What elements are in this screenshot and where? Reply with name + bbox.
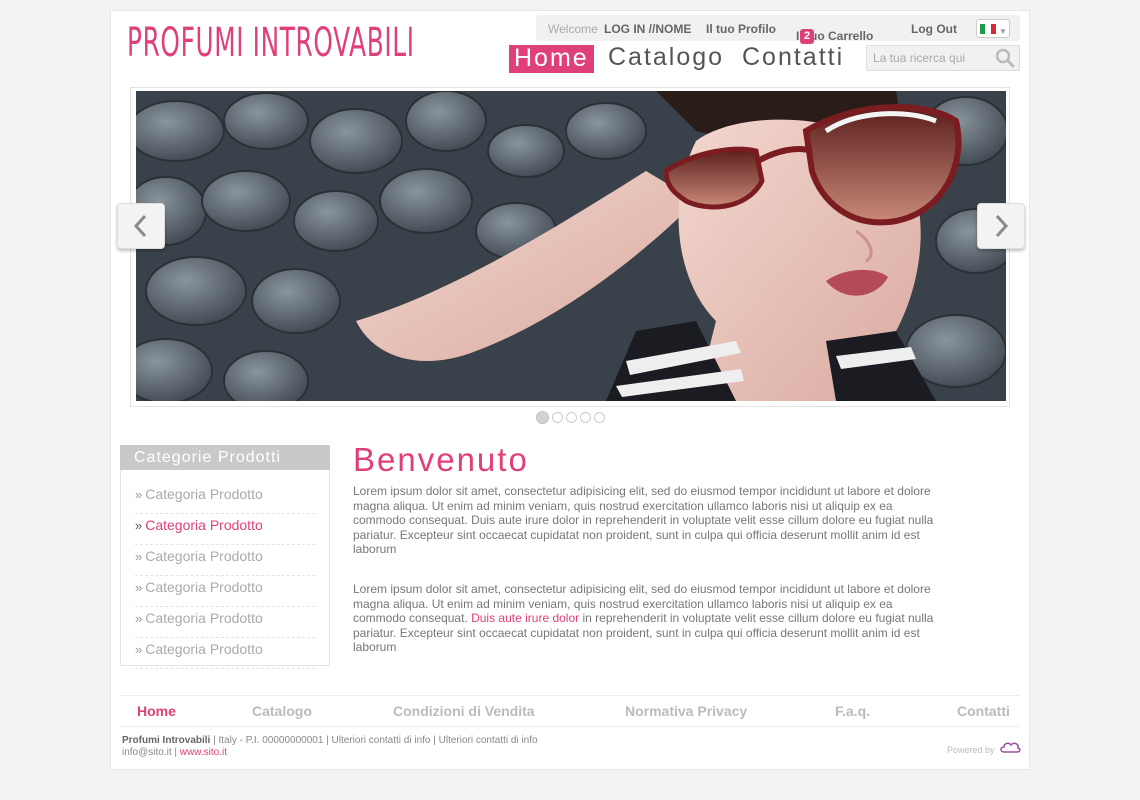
double-chevron-icon: » xyxy=(135,642,143,657)
category-item[interactable]: » Categoria Prodotto xyxy=(135,546,315,576)
company-name: Profumi Introvabili xyxy=(122,735,211,746)
category-item[interactable]: » Categoria Prodotto xyxy=(135,608,315,638)
category-item[interactable]: » Categoria Prodotto xyxy=(135,639,315,669)
italy-flag-icon xyxy=(980,24,996,34)
slider-prev-button[interactable] xyxy=(117,203,165,249)
second-paragraph: Lorem ipsum dolor sit amet, consectetur … xyxy=(353,582,936,655)
language-selector[interactable]: ▼ xyxy=(976,19,1010,38)
nav-home[interactable]: Home xyxy=(509,45,594,73)
logout-link[interactable]: Log Out xyxy=(911,22,957,36)
search-box xyxy=(866,45,1020,71)
slider-dot[interactable] xyxy=(580,411,591,423)
double-chevron-icon: » xyxy=(135,580,143,595)
category-item-label: Categoria Prodotto xyxy=(145,610,263,626)
site-logo[interactable]: PROFUMI INTROVABILI xyxy=(127,13,415,73)
page-title: Benvenuto xyxy=(353,441,529,478)
footer-site-link[interactable]: www.sito.it xyxy=(180,747,227,758)
hero-slide-image xyxy=(136,91,1006,401)
slider-pagination xyxy=(536,410,605,424)
double-chevron-icon: » xyxy=(135,518,143,533)
footer-link-contacts[interactable]: Contatti xyxy=(957,703,1010,719)
double-chevron-icon: » xyxy=(135,487,143,502)
footer-nav: Home Catalogo Condizioni di Vendita Norm… xyxy=(120,695,1020,727)
footer-link-faq[interactable]: F.a.q. xyxy=(835,703,870,719)
login-link[interactable]: LOG IN //NOME xyxy=(604,22,691,36)
category-item[interactable]: » Categoria Prodotto xyxy=(135,577,315,607)
slider-dot[interactable] xyxy=(536,410,549,424)
company-details: | Italy - P.I. 00000000001 | Ulteriori c… xyxy=(213,735,538,746)
cloud-logo-icon[interactable] xyxy=(999,739,1021,755)
double-chevron-icon: » xyxy=(135,549,143,564)
chevron-left-icon xyxy=(133,214,147,238)
category-item-label: Categoria Prodotto xyxy=(145,517,263,533)
category-item-label: Categoria Prodotto xyxy=(145,641,263,657)
intro-paragraph: Lorem ipsum dolor sit amet, consectetur … xyxy=(353,484,934,556)
chevron-down-icon: ▼ xyxy=(999,27,1007,36)
hero-slider xyxy=(130,87,1010,407)
slider-dot[interactable] xyxy=(566,411,577,423)
category-sidebar: Categorie Prodotti » Categoria Prodotto »… xyxy=(120,445,330,669)
welcome-text: Welcome xyxy=(548,22,598,36)
cart-count-badge: 2 xyxy=(800,29,815,44)
footer-info: Profumi Introvabili | Italy - P.I. 00000… xyxy=(122,735,538,759)
slider-next-button[interactable] xyxy=(977,203,1025,249)
highlight-link[interactable]: Duis aute irure dolor xyxy=(471,611,579,625)
category-item[interactable]: » Categoria Prodotto xyxy=(135,515,315,545)
footer-link-terms[interactable]: Condizioni di Vendita xyxy=(393,703,535,719)
chevron-right-icon xyxy=(995,214,1009,238)
footer-email[interactable]: info@sito.it | xyxy=(122,747,177,758)
footer-link-catalog[interactable]: Catalogo xyxy=(252,703,312,719)
slider-dot[interactable] xyxy=(594,411,605,423)
nav-catalog[interactable]: Catalogo xyxy=(608,43,724,71)
profile-link[interactable]: Il tuo Profilo xyxy=(706,22,776,36)
category-item-label: Categoria Prodotto xyxy=(145,579,263,595)
category-item-label: Categoria Prodotto xyxy=(145,548,263,564)
nav-contacts[interactable]: Contatti xyxy=(742,43,844,71)
category-sidebar-title: Categorie Prodotti xyxy=(120,445,330,470)
double-chevron-icon: » xyxy=(135,611,143,626)
slider-dot[interactable] xyxy=(552,411,563,423)
page-container: PROFUMI INTROVABILI Welcome LOG IN //NOM… xyxy=(110,10,1030,770)
category-item[interactable]: » Categoria Prodotto xyxy=(135,484,315,514)
category-item-label: Categoria Prodotto xyxy=(145,486,263,502)
search-icon[interactable] xyxy=(995,48,1015,68)
footer-link-privacy[interactable]: Normativa Privacy xyxy=(625,703,747,719)
search-input[interactable] xyxy=(871,49,993,67)
powered-by-text: Powered by xyxy=(947,745,995,755)
footer-link-home[interactable]: Home xyxy=(137,703,176,719)
user-bar: Welcome LOG IN //NOME Il tuo Profilo Il … xyxy=(536,15,1020,44)
category-list: » Categoria Prodotto » Categoria Prodotto … xyxy=(135,484,315,670)
